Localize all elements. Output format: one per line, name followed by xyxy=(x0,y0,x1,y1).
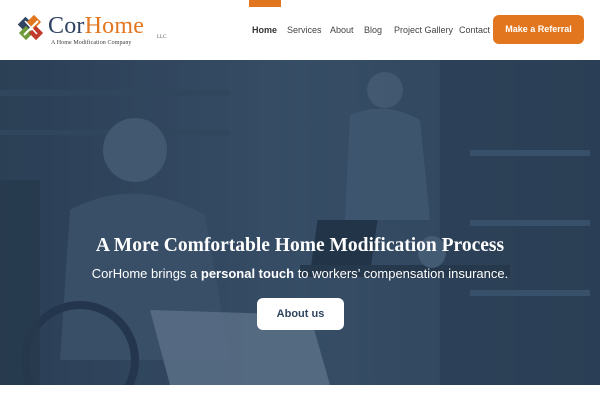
hero-background-photo xyxy=(0,60,600,385)
nav-item-contact[interactable]: Contact xyxy=(459,24,490,36)
hero-subtitle: CorHome brings a personal touch to worke… xyxy=(0,266,600,282)
nav-item-about[interactable]: About xyxy=(330,24,354,36)
hero-subtitle-end: to workers’ compensation insurance. xyxy=(294,266,509,281)
nav-item-services[interactable]: Services xyxy=(287,24,322,36)
site-header: CorHome LLC A Home Modification Company … xyxy=(0,0,600,60)
make-referral-button[interactable]: Make a Referral xyxy=(493,15,584,44)
nav-item-blog[interactable]: Blog xyxy=(364,24,382,36)
page-bottom-strip xyxy=(0,385,600,400)
logo-brand-primary: Cor xyxy=(48,13,85,39)
nav-item-home[interactable]: Home xyxy=(252,24,277,36)
hero-subtitle-emphasis: personal touch xyxy=(200,266,295,281)
logo-tagline: A Home Modification Company xyxy=(51,40,132,46)
hero-subtitle-start: CorHome brings a xyxy=(91,266,201,281)
logo-brand-secondary: Home xyxy=(84,13,145,39)
nav-item-project-gallery[interactable]: Project Gallery xyxy=(394,24,453,36)
hero-title: A More Comfortable Home Modification Pro… xyxy=(95,235,505,256)
house-tools-logo-icon xyxy=(18,14,44,41)
logo-suffix: LLC xyxy=(157,35,167,40)
logo-wordmark: CorHome xyxy=(48,14,144,38)
nav-active-indicator xyxy=(249,0,281,7)
corhome-logo[interactable]: CorHome LLC A Home Modification Company xyxy=(18,13,166,47)
hero-section: A More Comfortable Home Modification Pro… xyxy=(0,60,600,385)
about-us-button[interactable]: About us xyxy=(257,298,344,330)
